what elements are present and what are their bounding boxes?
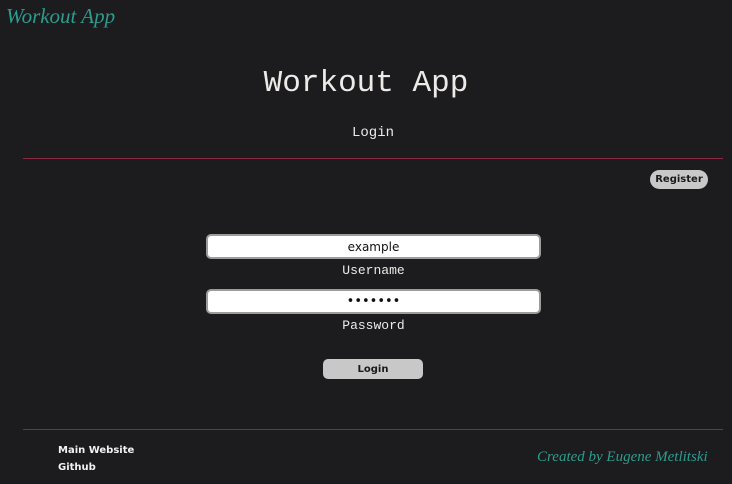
brand-logo[interactable]: Workout App	[6, 4, 115, 29]
password-input[interactable]	[206, 289, 541, 314]
author-credit: Created by Eugene Metlitski	[537, 449, 708, 465]
register-button[interactable]: Register	[650, 170, 708, 189]
login-button[interactable]: Login	[323, 359, 423, 379]
username-input[interactable]	[206, 234, 541, 259]
github-link[interactable]: Github	[58, 462, 96, 473]
password-label: Password	[342, 318, 405, 333]
main-website-link[interactable]: Main Website	[58, 445, 134, 456]
page-title: Workout App	[263, 66, 469, 101]
header-divider	[23, 158, 723, 159]
page-subtitle: Login	[351, 125, 394, 141]
footer-divider	[23, 429, 723, 430]
username-label: Username	[342, 263, 405, 278]
